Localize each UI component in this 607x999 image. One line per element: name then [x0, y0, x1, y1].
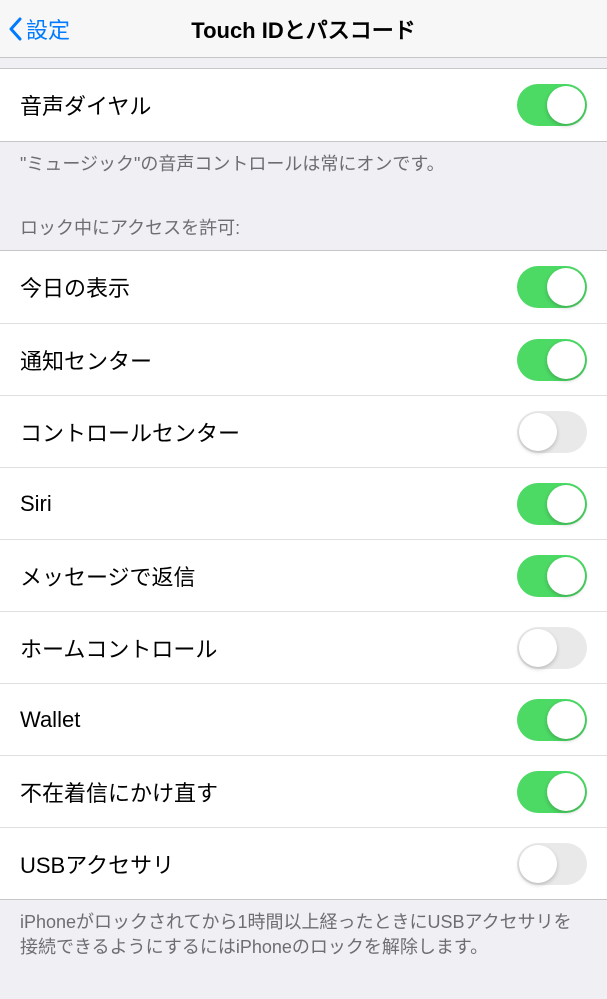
- navigation-bar: 設定 Touch IDとパスコード: [0, 0, 607, 58]
- notification-center-label: 通知センター: [20, 344, 152, 376]
- toggle-knob: [547, 341, 585, 379]
- voice-dial-label: 音声ダイヤル: [20, 89, 151, 121]
- reply-with-message-label: メッセージで返信: [20, 560, 196, 592]
- voice-dial-group: 音声ダイヤル: [0, 68, 607, 142]
- lock-access-header: ロック中にアクセスを許可:: [0, 192, 607, 250]
- usb-accessories-footer: iPhoneがロックされてから1時間以上経ったときにUSBアクセサリを接続できる…: [0, 900, 607, 975]
- back-label: 設定: [26, 13, 70, 45]
- today-view-row: 今日の表示: [0, 251, 607, 323]
- wallet-row: Wallet: [0, 683, 607, 755]
- toggle-knob: [547, 485, 585, 523]
- toggle-knob: [519, 845, 557, 883]
- toggle-knob: [547, 701, 585, 739]
- control-center-label: コントロールセンター: [20, 416, 240, 448]
- today-view-label: 今日の表示: [20, 271, 130, 303]
- wallet-label: Wallet: [20, 707, 80, 733]
- wallet-toggle[interactable]: [517, 699, 587, 741]
- notification-center-toggle[interactable]: [517, 339, 587, 381]
- notification-center-row: 通知センター: [0, 323, 607, 395]
- usb-accessories-row: USBアクセサリ: [0, 827, 607, 899]
- chevron-left-icon: [8, 17, 22, 41]
- lock-access-group: 今日の表示 通知センター コントロールセンター Siri メッセージで返信 ホー…: [0, 250, 607, 900]
- siri-row: Siri: [0, 467, 607, 539]
- toggle-knob: [547, 86, 585, 124]
- home-control-toggle[interactable]: [517, 627, 587, 669]
- toggle-knob: [519, 629, 557, 667]
- back-button[interactable]: 設定: [0, 13, 70, 45]
- reply-with-message-toggle[interactable]: [517, 555, 587, 597]
- toggle-knob: [519, 413, 557, 451]
- voice-dial-row: 音声ダイヤル: [0, 69, 607, 141]
- home-control-row: ホームコントロール: [0, 611, 607, 683]
- usb-accessories-toggle[interactable]: [517, 843, 587, 885]
- control-center-toggle[interactable]: [517, 411, 587, 453]
- toggle-knob: [547, 557, 585, 595]
- page-title: Touch IDとパスコード: [191, 13, 415, 45]
- return-missed-calls-toggle[interactable]: [517, 771, 587, 813]
- return-missed-calls-label: 不在着信にかけ直す: [20, 776, 218, 808]
- usb-accessories-label: USBアクセサリ: [20, 848, 174, 880]
- voice-dial-toggle[interactable]: [517, 84, 587, 126]
- toggle-knob: [547, 268, 585, 306]
- home-control-label: ホームコントロール: [20, 632, 217, 664]
- siri-label: Siri: [20, 491, 52, 517]
- voice-dial-footer: "ミュージック"の音声コントロールは常にオンです。: [0, 142, 607, 192]
- siri-toggle[interactable]: [517, 483, 587, 525]
- toggle-knob: [547, 773, 585, 811]
- today-view-toggle[interactable]: [517, 266, 587, 308]
- control-center-row: コントロールセンター: [0, 395, 607, 467]
- reply-with-message-row: メッセージで返信: [0, 539, 607, 611]
- return-missed-calls-row: 不在着信にかけ直す: [0, 755, 607, 827]
